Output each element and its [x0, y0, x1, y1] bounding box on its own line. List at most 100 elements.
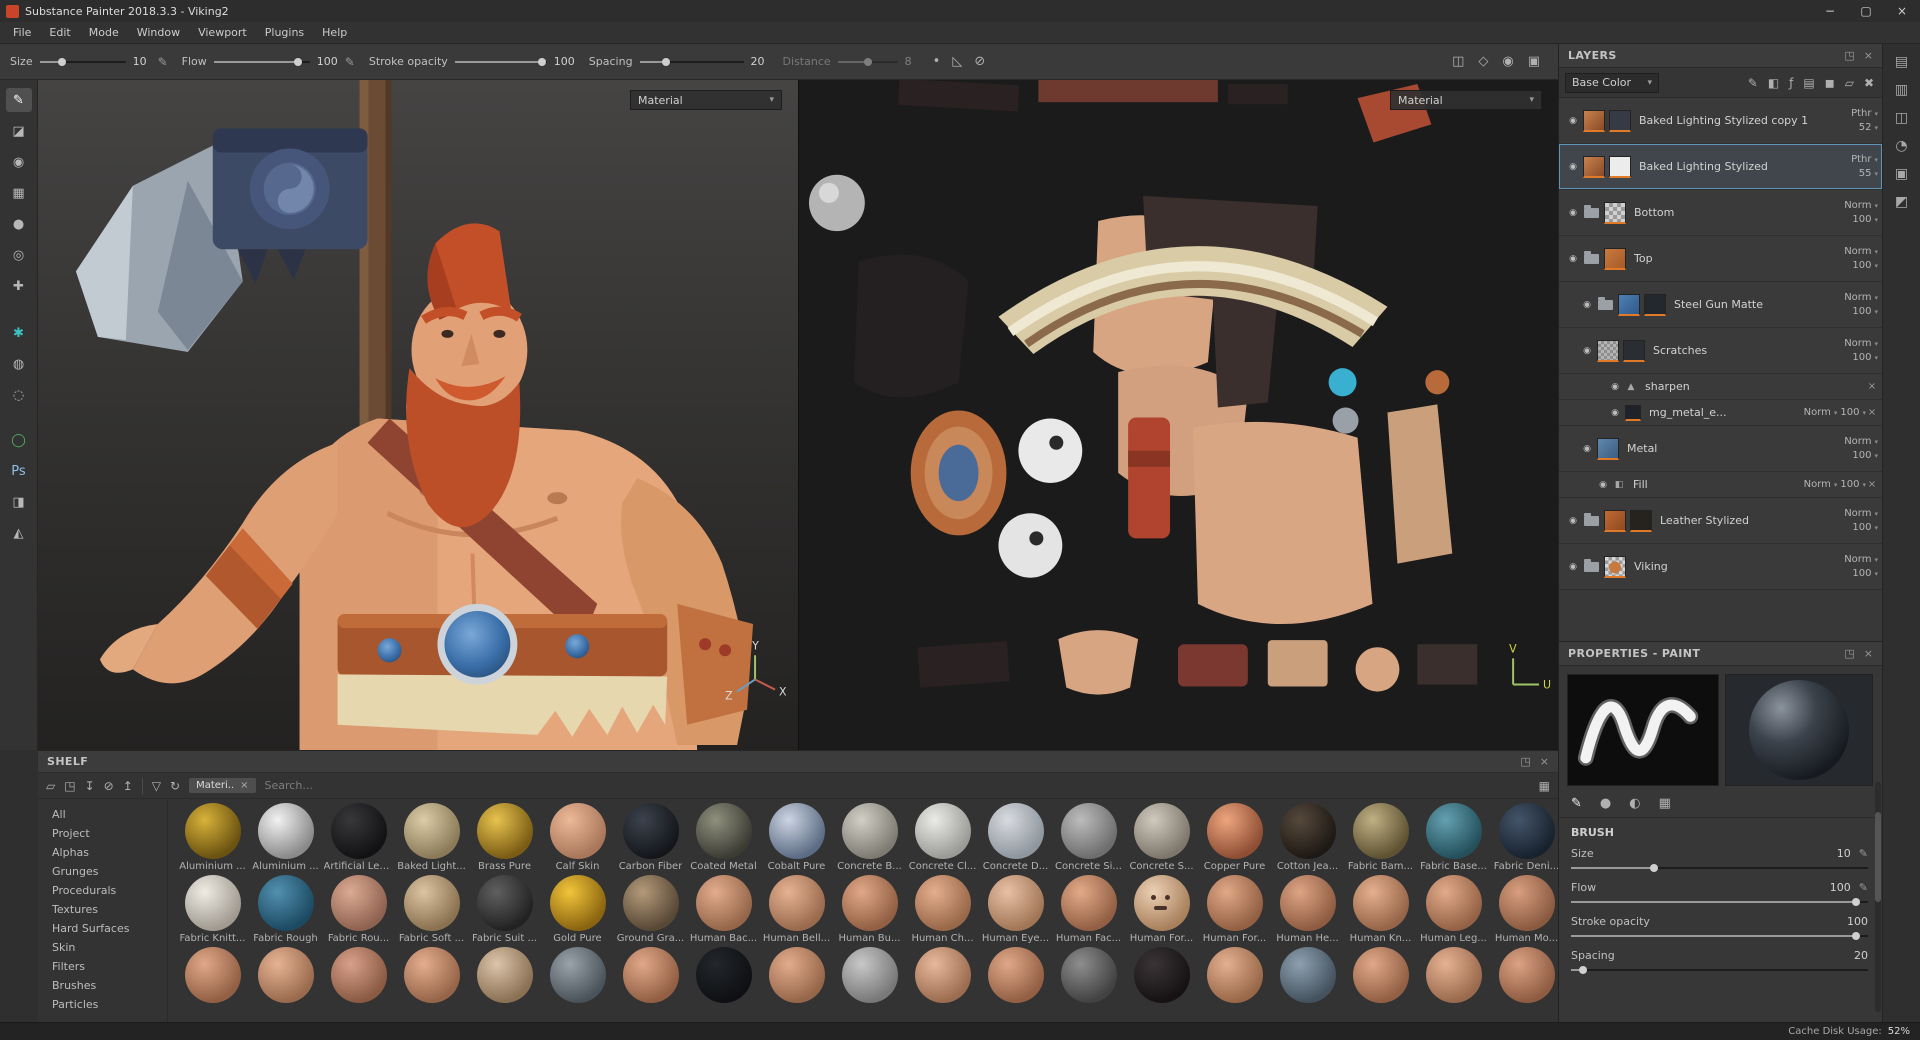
projection-tool-icon[interactable]: ◉	[6, 150, 32, 174]
blend-mode-select[interactable]: Norm ▾	[1844, 436, 1878, 447]
opacity-select[interactable]: 100 ▾	[1840, 479, 1866, 490]
menu-item[interactable]: Edit	[40, 23, 79, 42]
viewport-3d-mode-select[interactable]: Material	[630, 90, 782, 110]
material-item[interactable]	[1344, 947, 1417, 1005]
opacity-select[interactable]: 100 ▾	[1852, 352, 1878, 363]
material-item[interactable]: Ground Gra...	[614, 875, 687, 944]
material-preview[interactable]	[1725, 674, 1873, 786]
material-item[interactable]: Aluminium ...	[249, 803, 322, 872]
visibility-toggle-icon[interactable]: ◉	[1565, 162, 1581, 172]
display-panel-icon[interactable]: ▣	[1895, 166, 1908, 182]
material-item[interactable]	[176, 947, 249, 1005]
material-item[interactable]: Human Leg...	[1417, 875, 1490, 944]
particles-tool-icon[interactable]: ✱	[6, 321, 32, 345]
material-item[interactable]: Artificial Lea...	[322, 803, 395, 872]
layer-row[interactable]: ◉ Steel Gun Matte Norm ▾ 100 ▾	[1559, 282, 1882, 328]
material-item[interactable]	[760, 947, 833, 1005]
visibility-toggle-icon[interactable]: ◉	[1565, 116, 1581, 126]
material-item[interactable]: Cobalt Pure	[760, 803, 833, 872]
material-item[interactable]	[249, 947, 322, 1005]
slider-knob[interactable]	[863, 57, 872, 66]
menu-item[interactable]: Help	[313, 23, 356, 42]
shelf-category-item[interactable]: Grunges	[38, 862, 167, 881]
camera-icon[interactable]: ◉	[1502, 54, 1513, 69]
remove-effect-icon[interactable]: ×	[1866, 407, 1878, 418]
material-item[interactable]	[322, 947, 395, 1005]
shelf-category-item[interactable]: Brushes	[38, 976, 167, 995]
material-item[interactable]: Concrete Cl...	[906, 803, 979, 872]
symmetry-plane-icon[interactable]: ⊘	[974, 54, 985, 69]
pressure-toggle-icon[interactable]: ✎	[158, 55, 168, 69]
layer-row[interactable]: ◉ Scratches Norm ▾ 100 ▾	[1559, 328, 1882, 374]
remove-effect-icon[interactable]: ×	[1866, 381, 1878, 392]
grayscale-tab-icon[interactable]: ◐	[1629, 796, 1640, 811]
pressure-toggle-icon[interactable]: ✎	[345, 55, 355, 69]
material-item[interactable]: Human He...	[1271, 875, 1344, 944]
opacity-select[interactable]: 100 ▾	[1852, 522, 1878, 533]
material-item[interactable]: Concrete D...	[979, 803, 1052, 872]
menu-item[interactable]: File	[4, 23, 40, 42]
shelf-category-item[interactable]: Textures	[38, 900, 167, 919]
material-item[interactable]: Human Fac...	[1052, 875, 1125, 944]
blend-mode-select[interactable]: Norm ▾	[1844, 246, 1878, 257]
visibility-toggle-icon[interactable]: ◉	[1565, 516, 1581, 526]
history-panel-icon[interactable]: ◔	[1895, 138, 1907, 154]
layer-thumbnail[interactable]	[1604, 201, 1626, 224]
blend-mode-select[interactable]: Norm ▾	[1844, 338, 1878, 349]
material-item[interactable]	[395, 947, 468, 1005]
material-item[interactable]	[1052, 947, 1125, 1005]
slider-knob[interactable]	[1578, 966, 1587, 974]
shelf-category-item[interactable]: Project	[38, 824, 167, 843]
eraser-tool-icon[interactable]: ◪	[6, 119, 32, 143]
material-item[interactable]	[687, 947, 760, 1005]
material-item[interactable]: Cotton Jea...	[1271, 803, 1344, 872]
shelf-panel-icon[interactable]: ▤	[1895, 54, 1908, 70]
menu-item[interactable]: Viewport	[189, 23, 256, 42]
menu-item[interactable]: Mode	[80, 23, 128, 42]
material-item[interactable]: Concrete S...	[1125, 803, 1198, 872]
opacity-select[interactable]: 55 ▾	[1859, 168, 1878, 179]
slider-knob[interactable]	[661, 57, 670, 66]
pop-out-icon[interactable]: ◳	[1844, 49, 1854, 62]
material-item[interactable]	[614, 947, 687, 1005]
add-folder-icon[interactable]: ▱	[1845, 76, 1854, 90]
visibility-toggle-icon[interactable]: ◉	[1579, 346, 1595, 356]
pressure-toggle-icon[interactable]: ✎	[1859, 881, 1868, 894]
viewport-2d-canvas[interactable]: VU Material	[798, 80, 1558, 750]
resources-updates-icon[interactable]: ◌	[6, 383, 32, 407]
blend-mode-select[interactable]: Norm ▾	[1844, 292, 1878, 303]
viewport-3d-canvas[interactable]: Y X Z Material	[38, 80, 798, 750]
blend-mode-select[interactable]: Pthr ▾	[1851, 154, 1878, 165]
blend-mode-select[interactable]: Norm ▾	[1844, 200, 1878, 211]
material-item[interactable]: Concrete Si...	[1052, 803, 1125, 872]
opacity-select[interactable]: 52 ▾	[1859, 122, 1878, 133]
add-fill-layer-icon[interactable]: ◼	[1825, 76, 1835, 90]
material-item[interactable]: Carbon Fiber	[614, 803, 687, 872]
opacity-select[interactable]: 100 ▾	[1852, 260, 1878, 271]
slider-knob[interactable]	[1650, 864, 1659, 872]
slider-knob[interactable]	[1852, 932, 1861, 940]
layer-row[interactable]: ◉ Top Norm ▾ 100 ▾	[1559, 236, 1882, 282]
material-item[interactable]: Baked Light...	[395, 803, 468, 872]
material-item[interactable]: Concrete B...	[833, 803, 906, 872]
material-tab-icon[interactable]: ●	[1600, 796, 1611, 811]
opacity-select[interactable]: 100 ▾	[1852, 450, 1878, 461]
photoshop-icon[interactable]: Ps	[6, 459, 32, 483]
import-resource-icon[interactable]: ↧	[85, 779, 95, 793]
shelf-category-item[interactable]: Hard Surfaces	[38, 919, 167, 938]
minimize-button[interactable]: −	[1812, 0, 1848, 22]
material-item[interactable]: Human Mo...	[1490, 875, 1558, 944]
slider-track[interactable]	[1571, 897, 1868, 907]
slider-track[interactable]	[1571, 931, 1868, 941]
visibility-toggle-icon[interactable]: ◉	[1595, 480, 1611, 490]
polygon-fill-tool-icon[interactable]: ▦	[6, 181, 32, 205]
material-item[interactable]: Human For...	[1125, 875, 1198, 944]
opacity-select[interactable]: 100 ▾	[1852, 568, 1878, 579]
opacity-select[interactable]: 100 ▾	[1852, 214, 1878, 225]
close-icon[interactable]: ×	[1540, 755, 1549, 768]
lazy-mouse-icon[interactable]: ◺	[952, 54, 962, 69]
layer-row[interactable]: ◉ Bottom Norm ▾ 100 ▾	[1559, 190, 1882, 236]
visibility-toggle-icon[interactable]: ◉	[1565, 254, 1581, 264]
brush-stroke-preview[interactable]	[1567, 674, 1719, 786]
material-item[interactable]: Fabric Suit ...	[468, 875, 541, 944]
